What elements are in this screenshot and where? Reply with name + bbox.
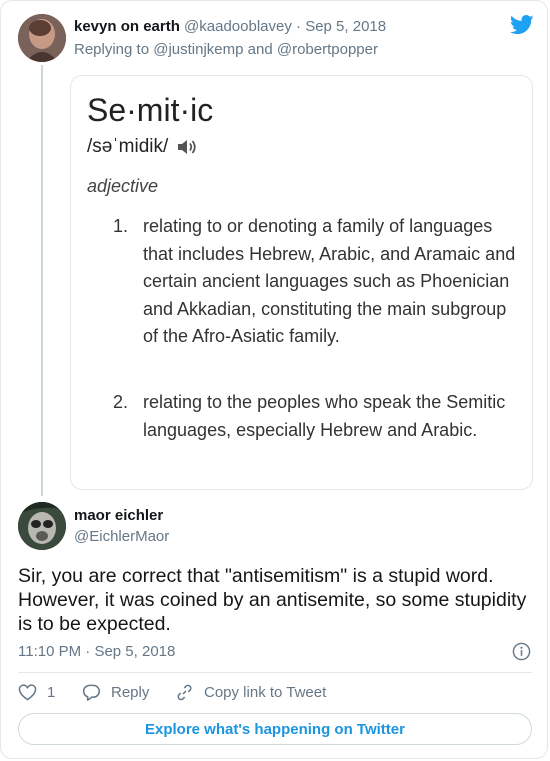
parent-author-handle[interactable]: @kaadooblavey <box>184 18 292 35</box>
parent-tweet-date[interactable]: Sep 5, 2018 <box>305 18 386 35</box>
dictionary-definition-image[interactable]: Se·mit·ic /səˈmidik/ adjective 1. relati… <box>70 75 533 490</box>
avatar-maor[interactable] <box>18 502 66 550</box>
twitter-bird-icon[interactable] <box>510 15 534 35</box>
mention-robertpopper[interactable]: @robertpopper <box>277 41 378 58</box>
thread-connector-line <box>41 65 43 496</box>
tweet-date: Sep 5, 2018 <box>94 643 176 660</box>
divider <box>18 672 532 673</box>
definition-number: 1. <box>113 216 129 236</box>
dictionary-pronunciation-row: /səˈmidik/ <box>87 136 198 158</box>
copy-link-label: Copy link to Tweet <box>204 684 327 701</box>
separator-dot: · <box>296 18 302 35</box>
reply-bubble-icon <box>82 684 101 701</box>
speaker-icon <box>178 140 196 154</box>
avatar-photo <box>18 502 66 550</box>
info-icon[interactable] <box>512 642 531 661</box>
avatar-photo <box>18 14 66 62</box>
mention-justinjkemp[interactable]: @justinjkemp <box>153 41 243 58</box>
copy-link-button[interactable]: Copy link to Tweet <box>175 683 326 702</box>
definition-number: 2. <box>113 392 129 412</box>
separator-dot: · <box>85 643 91 660</box>
replying-conjunction: and <box>247 41 273 58</box>
reply-button[interactable]: Reply <box>82 683 149 702</box>
tweet-time: 11:10 PM <box>18 643 82 660</box>
dictionary-pronunciation: /səˈmidik/ <box>87 136 169 157</box>
author-name[interactable]: maor eichler <box>74 507 163 524</box>
tweet-text: Sir, you are correct that "antisemitism"… <box>18 565 527 635</box>
replying-to-line: Replying to @justinjkemp and @robertpopp… <box>74 41 378 58</box>
avatar-kevyn[interactable] <box>18 14 66 62</box>
replying-to-prefix: Replying to <box>74 41 150 58</box>
heart-icon <box>18 684 37 701</box>
parent-author-name[interactable]: kevyn on earth <box>74 18 180 35</box>
reply-label: Reply <box>111 684 150 701</box>
link-icon <box>177 684 192 701</box>
dictionary-part-of-speech: adjective <box>87 176 159 196</box>
tweet-timestamp[interactable]: 11:10 PM · Sep 5, 2018 <box>18 643 175 660</box>
explore-twitter-button[interactable]: Explore what's happening on Twitter <box>18 713 532 745</box>
embedded-tweet-card: kevyn on earth @kaadooblavey · Sep 5, 20… <box>0 0 548 759</box>
like-button[interactable]: 1 <box>18 683 55 702</box>
dictionary-word: Se·mit·ic <box>87 92 214 128</box>
definition-text: relating to the peoples who speak the Se… <box>143 392 506 440</box>
author-handle[interactable]: @EichlerMaor <box>74 528 169 545</box>
like-count: 1 <box>47 684 56 701</box>
parent-tweet-header: kevyn on earth @kaadooblavey · Sep 5, 20… <box>74 18 386 35</box>
definition-text: relating to or denoting a family of lang… <box>143 216 516 346</box>
